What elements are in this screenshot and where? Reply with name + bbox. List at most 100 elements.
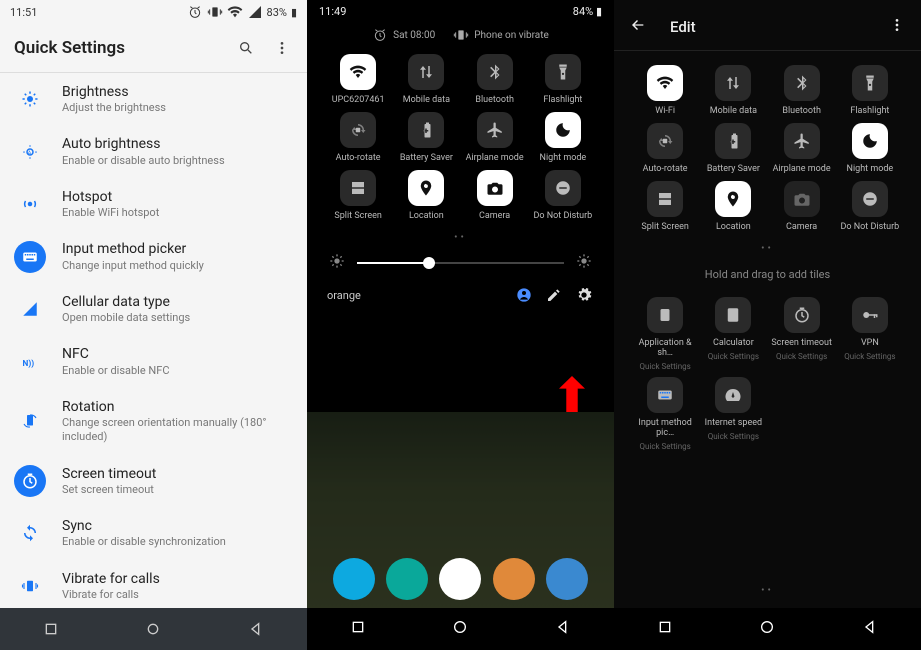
hotspot-icon — [14, 188, 46, 220]
page-indicator: •• — [614, 239, 921, 258]
tile-camera[interactable]: Camera — [462, 170, 528, 222]
battery-icon: ▮ — [596, 5, 602, 18]
app-messages[interactable] — [386, 558, 428, 600]
more-icon[interactable] — [889, 17, 905, 37]
tile-splitscreen[interactable]: Split Screen — [632, 181, 698, 233]
back-button[interactable] — [247, 620, 265, 638]
tile-location[interactable]: Location — [700, 181, 766, 233]
back-button[interactable] — [555, 619, 571, 639]
brightness-slider[interactable] — [307, 247, 614, 279]
home-button[interactable] — [144, 620, 162, 638]
tile-label: Location — [409, 212, 444, 222]
quick-settings-list-screen: 11:51 83% ▮ Quick Settings BrightnessAdj… — [0, 0, 307, 650]
mobiledata-icon — [408, 54, 444, 90]
settings-icon[interactable] — [574, 285, 594, 305]
tile-dnd[interactable]: Do Not Disturb — [837, 181, 903, 233]
tile-autorotate[interactable]: Auto-rotate — [325, 112, 391, 164]
tile-nightmode[interactable]: Night mode — [837, 123, 903, 175]
dock — [307, 558, 614, 600]
recent-button[interactable] — [657, 619, 673, 639]
tile-flashlight[interactable]: Flashlight — [530, 54, 596, 106]
tile-app[interactable]: Application & sh…Quick Settings — [632, 297, 698, 371]
list-item[interactable]: Screen timeoutSet screen timeout — [0, 455, 307, 507]
flashlight-icon — [852, 65, 888, 101]
tile-speed[interactable]: Internet speedQuick Settings — [700, 377, 766, 451]
ringer-text[interactable]: Phone on vibrate — [474, 30, 549, 41]
tile-timeout[interactable]: Screen timeoutQuick Settings — [769, 297, 835, 371]
tile-camera[interactable]: Camera — [769, 181, 835, 233]
status-icons: 83% ▮ — [187, 4, 297, 20]
settings-list[interactable]: BrightnessAdjust the brightnessAuto brig… — [0, 73, 307, 608]
auto-bright-icon — [14, 136, 46, 168]
list-item[interactable]: RotationChange screen orientation manual… — [0, 388, 307, 455]
item-subtitle: Adjust the brightness — [62, 101, 293, 115]
annotation-arrow — [559, 376, 585, 412]
item-title: Sync — [62, 517, 293, 535]
tile-airplane[interactable]: Airplane mode — [769, 123, 835, 175]
tile-label: Internet speed — [705, 419, 762, 429]
list-item[interactable]: Cellular data typeOpen mobile data setti… — [0, 283, 307, 335]
list-item[interactable]: SyncEnable or disable synchronization — [0, 507, 307, 559]
alarm-text[interactable]: Sat 08:00 — [393, 30, 435, 41]
tile-airplane[interactable]: Airplane mode — [462, 112, 528, 164]
brightness-icon — [14, 83, 46, 115]
calc-icon — [715, 297, 751, 333]
list-item[interactable]: Input method pickerChange input method q… — [0, 230, 307, 282]
search-icon[interactable] — [235, 37, 257, 59]
tile-sublabel: Quick Settings — [639, 362, 690, 371]
edit-icon[interactable] — [544, 285, 564, 305]
list-item[interactable]: Vibrate for callsVibrate for calls — [0, 560, 307, 608]
tile-autorotate[interactable]: Auto-rotate — [632, 123, 698, 175]
info-bar: Sat 08:00 Phone on vibrate — [307, 22, 614, 48]
battery-percent: 84% — [573, 5, 593, 18]
more-icon[interactable] — [271, 37, 293, 59]
app-files[interactable] — [546, 558, 588, 600]
tile-keyboard[interactable]: Input method pic…Quick Settings — [632, 377, 698, 451]
tile-label: Camera — [786, 223, 817, 233]
recent-button[interactable] — [42, 620, 60, 638]
active-tiles-grid: Wi-FiMobile dataBluetooth Flashlight Auto-… — [614, 51, 921, 239]
tile-mobiledata[interactable]: Mobile data — [393, 54, 459, 106]
recent-button[interactable] — [350, 619, 366, 639]
tile-wifi[interactable]: UPC6207461 — [325, 54, 391, 106]
tile-label: Airplane mode — [466, 154, 524, 164]
tile-label: Input method pic… — [632, 419, 698, 439]
app-chrome[interactable] — [439, 558, 481, 600]
tile-vpn[interactable]: VPNQuick Settings — [837, 297, 903, 371]
tile-label: Flashlight — [850, 107, 889, 117]
camera-icon — [784, 181, 820, 217]
tile-wifi[interactable]: Wi-Fi — [632, 65, 698, 117]
tile-calc[interactable]: CalculatorQuick Settings — [700, 297, 766, 371]
list-item[interactable]: NFCEnable or disable NFC — [0, 335, 307, 387]
back-icon[interactable] — [630, 17, 650, 37]
list-item[interactable]: Auto brightnessEnable or disable auto br… — [0, 125, 307, 177]
tile-mobiledata[interactable]: Mobile data — [700, 65, 766, 117]
list-item[interactable]: HotspotEnable WiFi hotspot — [0, 178, 307, 230]
tile-bluetooth[interactable]: Bluetooth — [462, 54, 528, 106]
tile-label: Mobile data — [403, 96, 450, 106]
tile-sublabel: Quick Settings — [708, 352, 759, 361]
quick-settings-panel: 11:49 84% ▮ Sat 08:00 Phone on vibrate U… — [307, 0, 614, 650]
tile-nightmode[interactable]: Night mode — [530, 112, 596, 164]
user-icon[interactable] — [514, 285, 534, 305]
home-button[interactable] — [452, 619, 468, 639]
autorotate-icon — [340, 112, 376, 148]
tile-dnd[interactable]: Do Not Disturb — [530, 170, 596, 222]
item-subtitle: Open mobile data settings — [62, 311, 293, 325]
tile-batterysaver[interactable]: Battery Saver — [393, 112, 459, 164]
tile-batterysaver[interactable]: Battery Saver — [700, 123, 766, 175]
tile-label: Bluetooth — [475, 96, 514, 106]
tile-label: Auto-rotate — [336, 154, 381, 164]
tile-bluetooth[interactable]: Bluetooth — [769, 65, 835, 117]
item-subtitle: Set screen timeout — [62, 483, 293, 497]
list-item[interactable]: BrightnessAdjust the brightness — [0, 73, 307, 125]
tile-label: Battery Saver — [707, 165, 760, 175]
tile-location[interactable]: Location — [393, 170, 459, 222]
tile-flashlight[interactable]: Flashlight — [837, 65, 903, 117]
app-gallery[interactable] — [493, 558, 535, 600]
app-phone[interactable] — [333, 558, 375, 600]
tile-splitscreen[interactable]: Split Screen — [325, 170, 391, 222]
home-button[interactable] — [759, 619, 775, 639]
back-button[interactable] — [862, 619, 878, 639]
tile-label: Auto-rotate — [643, 165, 688, 175]
